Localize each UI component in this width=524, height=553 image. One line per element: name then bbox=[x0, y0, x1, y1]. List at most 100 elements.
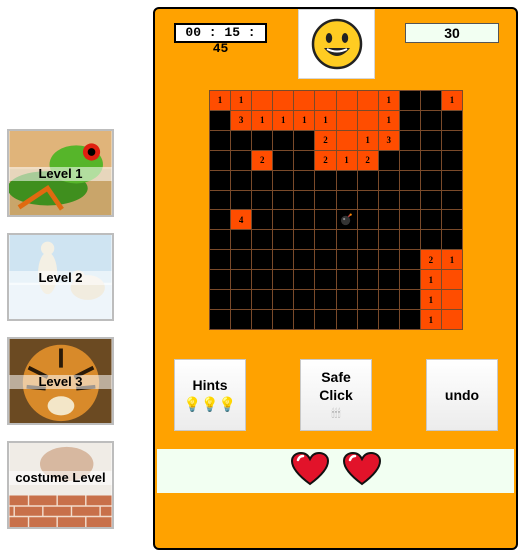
hidden-cell[interactable] bbox=[273, 270, 294, 290]
hidden-cell[interactable] bbox=[399, 250, 420, 270]
hidden-cell[interactable] bbox=[273, 290, 294, 310]
level-1-button[interactable]: Level 1 bbox=[7, 129, 114, 217]
hidden-cell[interactable] bbox=[294, 290, 315, 310]
hidden-cell[interactable] bbox=[441, 210, 462, 230]
hidden-cell[interactable] bbox=[399, 270, 420, 290]
hidden-cell[interactable] bbox=[399, 290, 420, 310]
revealed-cell[interactable]: 1 bbox=[378, 91, 399, 110]
revealed-cell[interactable]: 1 bbox=[420, 270, 441, 290]
hidden-cell[interactable] bbox=[357, 290, 378, 310]
hidden-cell[interactable] bbox=[378, 230, 399, 250]
hidden-cell[interactable] bbox=[378, 210, 399, 230]
hidden-cell[interactable] bbox=[210, 110, 231, 130]
level-2-button[interactable]: Level 2 bbox=[7, 233, 114, 321]
hidden-cell[interactable] bbox=[273, 230, 294, 250]
hidden-cell[interactable] bbox=[420, 130, 441, 150]
revealed-cell[interactable]: 1 bbox=[273, 110, 294, 130]
hidden-cell[interactable] bbox=[441, 230, 462, 250]
hidden-cell[interactable] bbox=[294, 310, 315, 329]
revealed-cell[interactable]: 1 bbox=[441, 91, 462, 110]
hidden-cell[interactable] bbox=[273, 170, 294, 190]
revealed-cell[interactable]: 4 bbox=[231, 210, 252, 230]
hidden-cell[interactable] bbox=[378, 290, 399, 310]
mine-cell[interactable] bbox=[336, 210, 357, 230]
hidden-cell[interactable] bbox=[378, 170, 399, 190]
hidden-cell[interactable] bbox=[273, 190, 294, 210]
hidden-cell[interactable] bbox=[399, 91, 420, 110]
hidden-cell[interactable] bbox=[210, 190, 231, 210]
hidden-cell[interactable] bbox=[399, 130, 420, 150]
hidden-cell[interactable] bbox=[315, 210, 336, 230]
hidden-cell[interactable] bbox=[273, 210, 294, 230]
hidden-cell[interactable] bbox=[441, 190, 462, 210]
hidden-cell[interactable] bbox=[231, 310, 252, 329]
hidden-cell[interactable] bbox=[441, 110, 462, 130]
hidden-cell[interactable] bbox=[294, 270, 315, 290]
revealed-cell[interactable]: 3 bbox=[231, 110, 252, 130]
hidden-cell[interactable] bbox=[252, 230, 273, 250]
hidden-cell[interactable] bbox=[231, 170, 252, 190]
hidden-cell[interactable] bbox=[231, 190, 252, 210]
hidden-cell[interactable] bbox=[231, 130, 252, 150]
hidden-cell[interactable] bbox=[420, 230, 441, 250]
revealed-cell[interactable] bbox=[273, 91, 294, 110]
safe-click-button[interactable]: Safe Click 🕯🕯🕯 bbox=[300, 359, 372, 431]
costume-level-button[interactable]: costume Level bbox=[7, 441, 114, 529]
hidden-cell[interactable] bbox=[420, 110, 441, 130]
hidden-cell[interactable] bbox=[336, 230, 357, 250]
hidden-cell[interactable] bbox=[252, 270, 273, 290]
hidden-cell[interactable] bbox=[210, 230, 231, 250]
hints-button[interactable]: Hints 💡💡💡 bbox=[174, 359, 246, 431]
hidden-cell[interactable] bbox=[294, 190, 315, 210]
hidden-cell[interactable] bbox=[210, 170, 231, 190]
hidden-cell[interactable] bbox=[315, 250, 336, 270]
hidden-cell[interactable] bbox=[231, 150, 252, 170]
hidden-cell[interactable] bbox=[294, 130, 315, 150]
hidden-cell[interactable] bbox=[252, 170, 273, 190]
hidden-cell[interactable] bbox=[315, 290, 336, 310]
hidden-cell[interactable] bbox=[441, 170, 462, 190]
hidden-cell[interactable] bbox=[420, 210, 441, 230]
hidden-cell[interactable] bbox=[252, 310, 273, 329]
hidden-cell[interactable] bbox=[252, 130, 273, 150]
hidden-cell[interactable] bbox=[210, 150, 231, 170]
hidden-cell[interactable] bbox=[315, 310, 336, 329]
revealed-cell[interactable]: 1 bbox=[420, 310, 441, 329]
hidden-cell[interactable] bbox=[357, 170, 378, 190]
hidden-cell[interactable] bbox=[315, 270, 336, 290]
hidden-cell[interactable] bbox=[357, 190, 378, 210]
hidden-cell[interactable] bbox=[294, 150, 315, 170]
revealed-cell[interactable]: 1 bbox=[441, 250, 462, 270]
revealed-cell[interactable]: 3 bbox=[378, 130, 399, 150]
revealed-cell[interactable]: 1 bbox=[231, 91, 252, 110]
hidden-cell[interactable] bbox=[399, 110, 420, 130]
hidden-cell[interactable] bbox=[252, 290, 273, 310]
revealed-cell[interactable] bbox=[441, 270, 462, 290]
hidden-cell[interactable] bbox=[420, 91, 441, 110]
hidden-cell[interactable] bbox=[210, 270, 231, 290]
hidden-cell[interactable] bbox=[378, 190, 399, 210]
revealed-cell[interactable]: 1 bbox=[294, 110, 315, 130]
hidden-cell[interactable] bbox=[357, 310, 378, 329]
hidden-cell[interactable] bbox=[273, 150, 294, 170]
hidden-cell[interactable] bbox=[252, 190, 273, 210]
hidden-cell[interactable] bbox=[357, 270, 378, 290]
hidden-cell[interactable] bbox=[420, 170, 441, 190]
revealed-cell[interactable] bbox=[336, 130, 357, 150]
hidden-cell[interactable] bbox=[210, 250, 231, 270]
revealed-cell[interactable]: 1 bbox=[336, 150, 357, 170]
hidden-cell[interactable] bbox=[441, 130, 462, 150]
hidden-cell[interactable] bbox=[399, 230, 420, 250]
hidden-cell[interactable] bbox=[273, 130, 294, 150]
revealed-cell[interactable] bbox=[441, 310, 462, 329]
hidden-cell[interactable] bbox=[210, 210, 231, 230]
hidden-cell[interactable] bbox=[252, 250, 273, 270]
revealed-cell[interactable] bbox=[294, 91, 315, 110]
undo-button[interactable]: undo bbox=[426, 359, 498, 431]
hidden-cell[interactable] bbox=[336, 310, 357, 329]
hidden-cell[interactable] bbox=[378, 310, 399, 329]
revealed-cell[interactable] bbox=[336, 91, 357, 110]
hidden-cell[interactable] bbox=[315, 170, 336, 190]
hidden-cell[interactable] bbox=[315, 190, 336, 210]
hidden-cell[interactable] bbox=[210, 290, 231, 310]
